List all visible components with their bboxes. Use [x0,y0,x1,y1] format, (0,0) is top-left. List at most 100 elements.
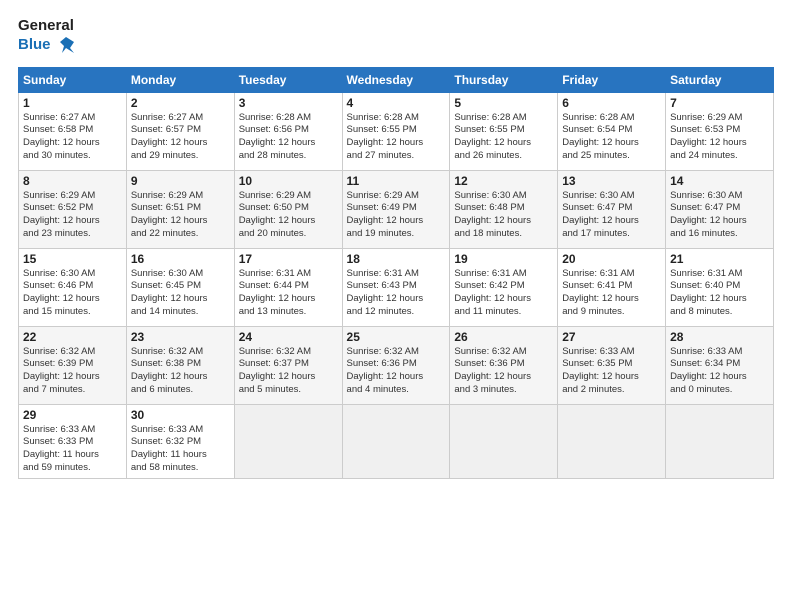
day-number: 7 [670,96,769,110]
day-number: 24 [239,330,338,344]
day-number: 19 [454,252,553,266]
calendar-cell: 29 Sunrise: 6:33 AM Sunset: 6:33 PM Dayli… [19,404,127,478]
calendar-cell: 6Sunrise: 6:28 AM Sunset: 6:54 PM Daylig… [558,92,666,170]
calendar-cell: 18 Sunrise: 6:31 AM Sunset: 6:43 PM Dayli… [342,248,450,326]
day-number: 20 [562,252,661,266]
calendar-cell: 22 Sunrise: 6:32 AM Sunset: 6:39 PM Dayli… [19,326,127,404]
logo-bird-icon [54,35,76,57]
day-number: 30 [131,408,230,422]
day-info: Sunrise: 6:29 AM Sunset: 6:53 PM Dayligh… [670,112,769,163]
weekday-header: Sunday [19,67,127,92]
day-info: Sunrise: 6:29 AM Sunset: 6:49 PM Dayligh… [347,190,446,241]
day-number: 25 [347,330,446,344]
day-info: Sunrise: 6:31 AM Sunset: 6:44 PM Dayligh… [239,268,338,319]
calendar-cell: 12 Sunrise: 6:30 AM Sunset: 6:48 PM Dayli… [450,170,558,248]
calendar-cell: 20 Sunrise: 6:31 AM Sunset: 6:41 PM Dayli… [558,248,666,326]
calendar-cell: 10Sunrise: 6:29 AM Sunset: 6:50 PM Dayli… [234,170,342,248]
calendar-cell: 21 Sunrise: 6:31 AM Sunset: 6:40 PM Dayli… [666,248,774,326]
day-info: Sunrise: 6:31 AM Sunset: 6:41 PM Dayligh… [562,268,661,319]
logo-general: General [18,18,76,35]
day-number: 18 [347,252,446,266]
day-number: 26 [454,330,553,344]
calendar-cell: 8 Sunrise: 6:29 AM Sunset: 6:52 PM Daylig… [19,170,127,248]
day-info: Sunrise: 6:27 AM Sunset: 6:57 PM Dayligh… [131,112,230,163]
calendar-cell: 27Sunrise: 6:33 AM Sunset: 6:35 PM Dayli… [558,326,666,404]
calendar-cell: 13 Sunrise: 6:30 AM Sunset: 6:47 PM Dayli… [558,170,666,248]
day-info: Sunrise: 6:30 AM Sunset: 6:46 PM Dayligh… [23,268,122,319]
calendar-cell: 1 Sunrise: 6:27 AM Sunset: 6:58 PM Daylig… [19,92,127,170]
day-info: Sunrise: 6:29 AM Sunset: 6:52 PM Dayligh… [23,190,122,241]
calendar-cell: 24Sunrise: 6:32 AM Sunset: 6:37 PM Dayli… [234,326,342,404]
day-info: Sunrise: 6:30 AM Sunset: 6:45 PM Dayligh… [131,268,230,319]
day-info: Sunrise: 6:32 AM Sunset: 6:38 PM Dayligh… [131,346,230,397]
calendar-cell: 7 Sunrise: 6:29 AM Sunset: 6:53 PM Daylig… [666,92,774,170]
day-info: Sunrise: 6:29 AM Sunset: 6:51 PM Dayligh… [131,190,230,241]
day-info: Sunrise: 6:28 AM Sunset: 6:55 PM Dayligh… [347,112,446,163]
day-number: 14 [670,174,769,188]
day-info: Sunrise: 6:32 AM Sunset: 6:36 PM Dayligh… [454,346,553,397]
logo: General Blue [18,18,76,57]
day-number: 27 [562,330,661,344]
day-number: 29 [23,408,122,422]
calendar-cell: 19 Sunrise: 6:31 AM Sunset: 6:42 PM Dayli… [450,248,558,326]
day-info: Sunrise: 6:33 AM Sunset: 6:34 PM Dayligh… [670,346,769,397]
calendar-cell: 14 Sunrise: 6:30 AM Sunset: 6:47 PM Dayli… [666,170,774,248]
day-info: Sunrise: 6:30 AM Sunset: 6:47 PM Dayligh… [562,190,661,241]
day-info: Sunrise: 6:32 AM Sunset: 6:39 PM Dayligh… [23,346,122,397]
day-info: Sunrise: 6:29 AM Sunset: 6:50 PM Dayligh… [239,190,338,241]
calendar-cell [558,404,666,478]
weekday-header: Monday [126,67,234,92]
weekday-header: Thursday [450,67,558,92]
calendar-page: General Blue SundayMondayTuesdayWednesda… [0,0,792,612]
calendar-cell: 25 Sunrise: 6:32 AM Sunset: 6:36 PM Dayli… [342,326,450,404]
calendar-cell: 26 Sunrise: 6:32 AM Sunset: 6:36 PM Dayli… [450,326,558,404]
day-number: 17 [239,252,338,266]
day-number: 16 [131,252,230,266]
calendar-cell: 17 Sunrise: 6:31 AM Sunset: 6:44 PM Dayli… [234,248,342,326]
day-info: Sunrise: 6:28 AM Sunset: 6:56 PM Dayligh… [239,112,338,163]
day-info: Sunrise: 6:33 AM Sunset: 6:32 PM Dayligh… [131,424,230,475]
calendar-cell: 4Sunrise: 6:28 AM Sunset: 6:55 PM Daylig… [342,92,450,170]
calendar-cell: 15 Sunrise: 6:30 AM Sunset: 6:46 PM Dayli… [19,248,127,326]
logo-container: General Blue [18,18,76,57]
calendar-table: SundayMondayTuesdayWednesdayThursdayFrid… [18,67,774,479]
calendar-cell: 11 Sunrise: 6:29 AM Sunset: 6:49 PM Dayli… [342,170,450,248]
calendar-cell [450,404,558,478]
day-info: Sunrise: 6:31 AM Sunset: 6:40 PM Dayligh… [670,268,769,319]
day-number: 22 [23,330,122,344]
day-info: Sunrise: 6:30 AM Sunset: 6:47 PM Dayligh… [670,190,769,241]
day-info: Sunrise: 6:31 AM Sunset: 6:42 PM Dayligh… [454,268,553,319]
calendar-cell: 9Sunrise: 6:29 AM Sunset: 6:51 PM Daylig… [126,170,234,248]
day-number: 5 [454,96,553,110]
calendar-cell [342,404,450,478]
day-info: Sunrise: 6:28 AM Sunset: 6:54 PM Dayligh… [562,112,661,163]
day-number: 8 [23,174,122,188]
day-number: 12 [454,174,553,188]
calendar-cell: 3 Sunrise: 6:28 AM Sunset: 6:56 PM Daylig… [234,92,342,170]
day-number: 15 [23,252,122,266]
calendar-cell: 28 Sunrise: 6:33 AM Sunset: 6:34 PM Dayli… [666,326,774,404]
calendar-cell: 16 Sunrise: 6:30 AM Sunset: 6:45 PM Dayli… [126,248,234,326]
calendar-cell: 30 Sunrise: 6:33 AM Sunset: 6:32 PM Dayli… [126,404,234,478]
day-info: Sunrise: 6:33 AM Sunset: 6:33 PM Dayligh… [23,424,122,475]
day-info: Sunrise: 6:27 AM Sunset: 6:58 PM Dayligh… [23,112,122,163]
weekday-header: Saturday [666,67,774,92]
weekday-header: Tuesday [234,67,342,92]
day-number: 28 [670,330,769,344]
day-info: Sunrise: 6:30 AM Sunset: 6:48 PM Dayligh… [454,190,553,241]
calendar-cell [666,404,774,478]
day-number: 1 [23,96,122,110]
day-info: Sunrise: 6:32 AM Sunset: 6:36 PM Dayligh… [347,346,446,397]
logo-blue: Blue [18,35,76,57]
day-number: 2 [131,96,230,110]
day-number: 13 [562,174,661,188]
header: General Blue [18,18,774,57]
weekday-header: Wednesday [342,67,450,92]
day-info: Sunrise: 6:31 AM Sunset: 6:43 PM Dayligh… [347,268,446,319]
day-number: 21 [670,252,769,266]
day-number: 3 [239,96,338,110]
day-number: 11 [347,174,446,188]
day-number: 23 [131,330,230,344]
calendar-cell: 2 Sunrise: 6:27 AM Sunset: 6:57 PM Daylig… [126,92,234,170]
calendar-cell: 23 Sunrise: 6:32 AM Sunset: 6:38 PM Dayli… [126,326,234,404]
